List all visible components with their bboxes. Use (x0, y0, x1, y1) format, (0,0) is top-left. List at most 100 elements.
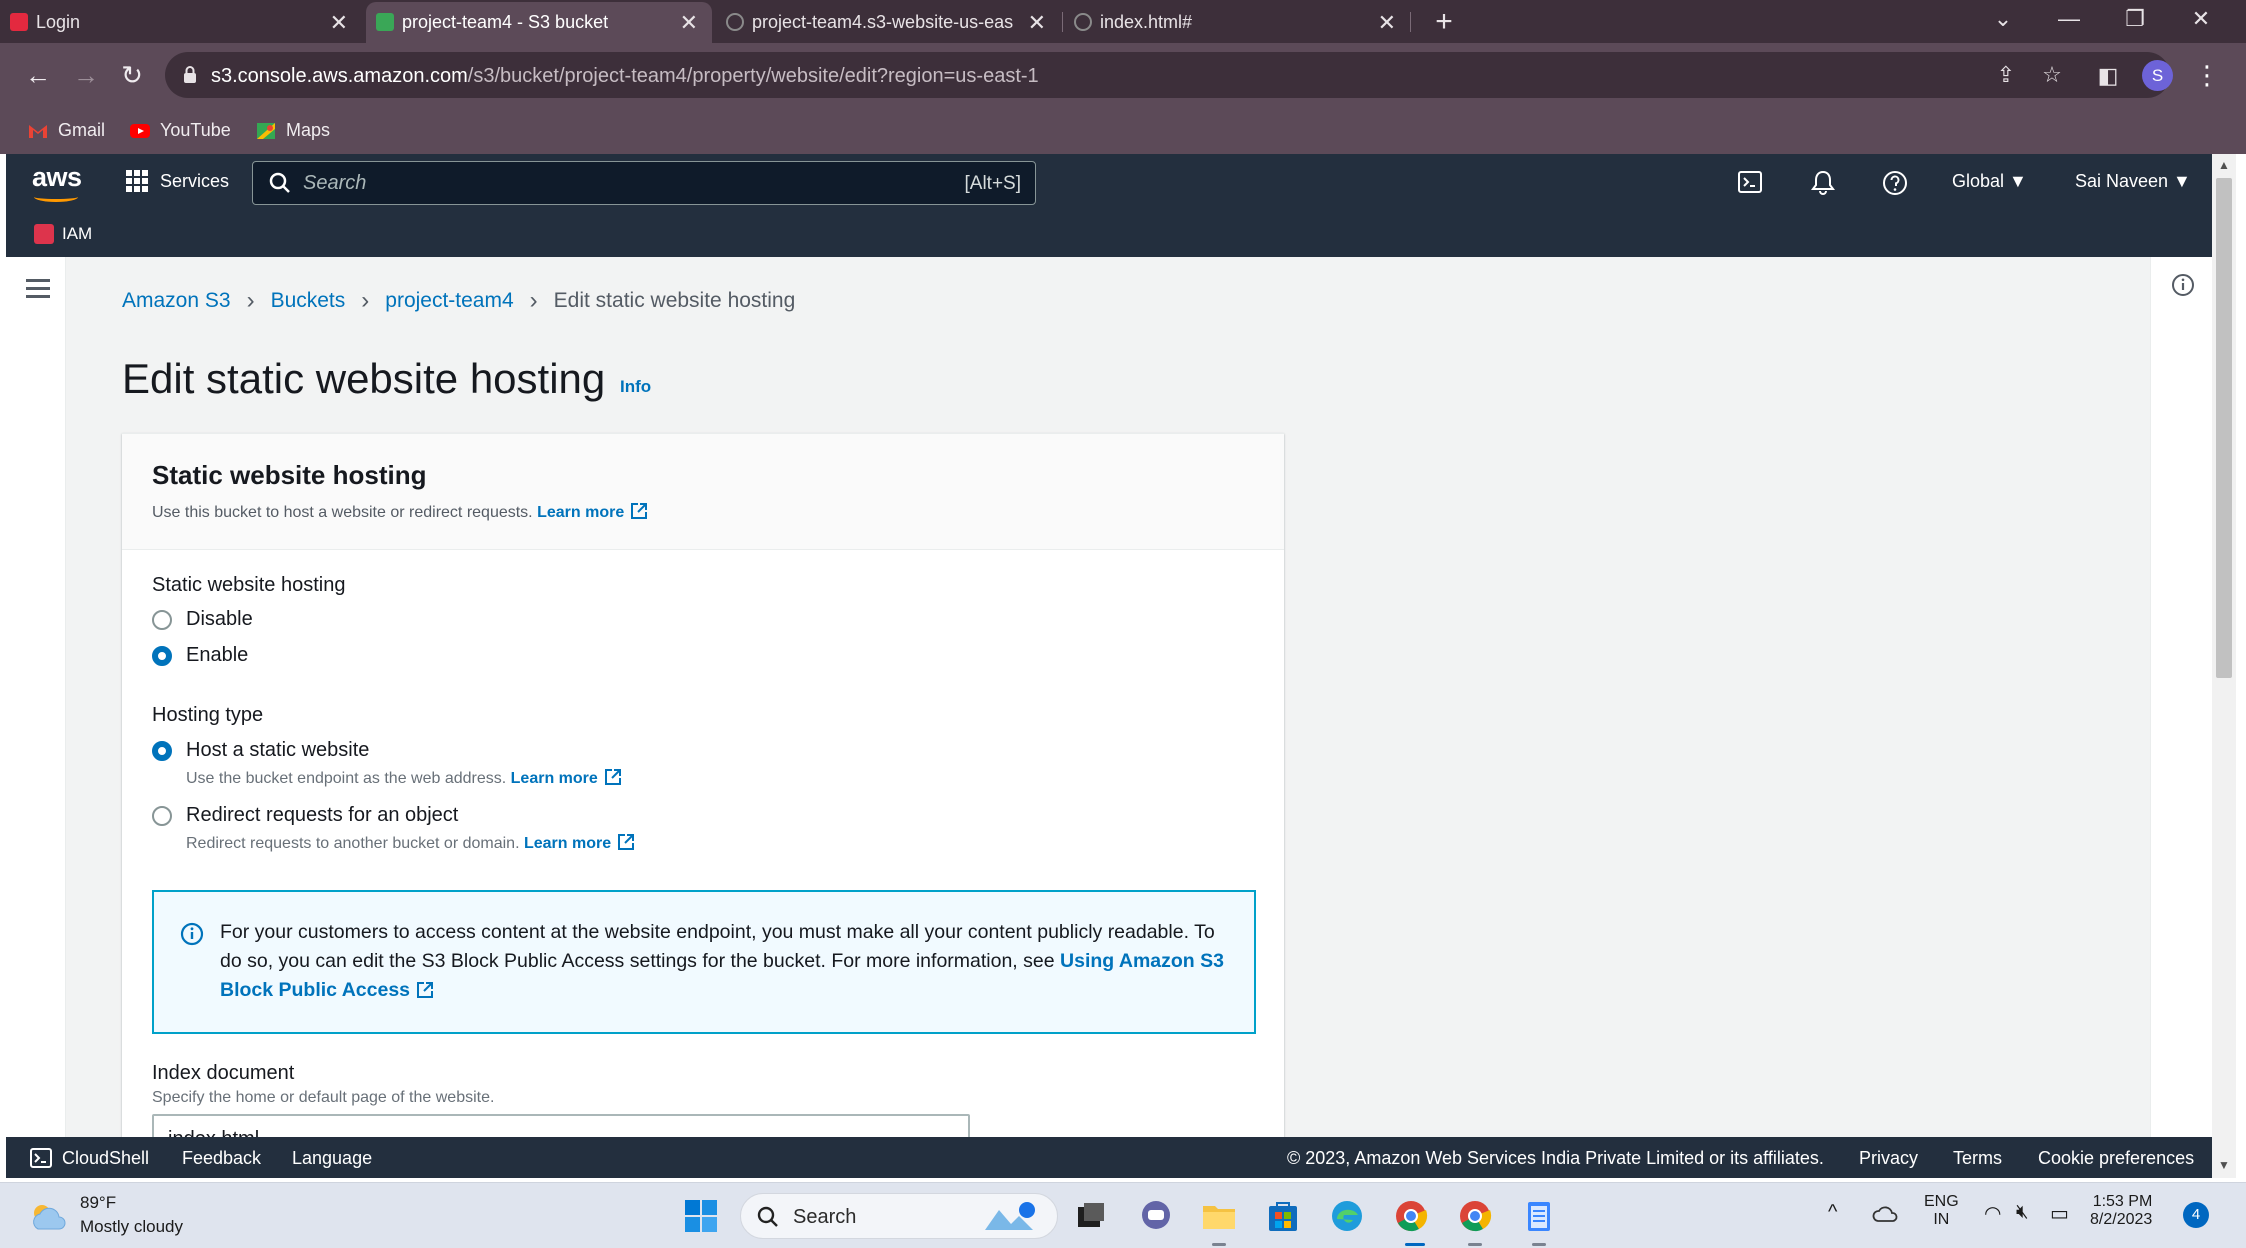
close-icon[interactable]: ✕ (1378, 10, 1396, 36)
breadcrumb-amazon-s3[interactable]: Amazon S3 (122, 289, 231, 313)
bell-icon[interactable] (1808, 168, 1838, 198)
close-icon[interactable]: ✕ (680, 10, 698, 36)
radio-label: Disable (186, 608, 253, 630)
radio-disable[interactable]: Disable (152, 608, 253, 631)
bookmark-gmail[interactable]: Gmail (28, 120, 105, 141)
menu-icon[interactable] (26, 279, 50, 299)
region-code: IN (1933, 1211, 1950, 1228)
url-host: s3.console.aws.amazon.com (211, 65, 468, 87)
external-link-icon (417, 982, 434, 998)
browser-menu-icon[interactable]: ⋮ (2194, 58, 2220, 92)
taskbar-search[interactable]: Search (740, 1193, 1058, 1239)
windows-start-icon[interactable] (682, 1197, 720, 1235)
radio-label: Enable (186, 644, 249, 666)
cookie-preferences-link[interactable]: Cookie preferences (2038, 1148, 2194, 1169)
cloudshell-button[interactable]: CloudShell (30, 1148, 149, 1169)
onedrive-icon[interactable] (1872, 1203, 1900, 1225)
breadcrumb-buckets[interactable]: Buckets (271, 289, 346, 313)
region-selector[interactable]: Global ▼ (1952, 171, 2027, 192)
back-button[interactable]: ← (20, 57, 56, 93)
show-hidden-icons[interactable]: ^ (1828, 1201, 1837, 1224)
forward-button[interactable]: → (68, 57, 104, 93)
terms-link[interactable]: Terms (1953, 1148, 2002, 1169)
breadcrumb: Amazon S3 › Buckets › project-team4 › Ed… (122, 287, 795, 315)
notification-badge[interactable]: 4 (2183, 1202, 2209, 1228)
scroll-thumb[interactable] (2216, 178, 2232, 678)
learn-more-label: Learn more (510, 770, 598, 787)
feedback-link[interactable]: Feedback (182, 1148, 261, 1169)
new-tab-button[interactable]: + (1426, 4, 1462, 40)
close-icon[interactable]: ✕ (1028, 10, 1046, 36)
restore-button[interactable]: ❐ (2102, 0, 2168, 38)
info-link[interactable]: Info (620, 377, 651, 397)
radio-enable[interactable]: Enable (152, 644, 248, 667)
scroll-up-icon[interactable]: ▲ (2216, 158, 2232, 172)
services-menu-button[interactable]: Services (126, 170, 229, 192)
tab-search-chevron-icon[interactable]: ⌄ (1970, 0, 2036, 38)
teams-chat-icon[interactable] (1137, 1197, 1175, 1235)
scroll-down-icon[interactable]: ▼ (2216, 1158, 2232, 1172)
breadcrumb-bucket[interactable]: project-team4 (385, 289, 513, 313)
radio-button[interactable] (152, 610, 172, 630)
help-icon[interactable] (1880, 168, 1910, 198)
chrome-browser-icon[interactable] (1392, 1197, 1430, 1235)
radio-button-selected[interactable] (152, 741, 172, 761)
info-icon[interactable] (2171, 273, 2195, 297)
alert-message: For your customers to access content at … (220, 918, 1230, 1005)
aws-logo[interactable]: aws (32, 162, 82, 202)
cloudshell-icon[interactable] (1736, 168, 1766, 198)
reload-button[interactable]: ↻ (114, 57, 150, 93)
hosting-field-label: Static website hosting (152, 574, 346, 596)
bookmark-maps[interactable]: Maps (256, 120, 330, 141)
tab-website[interactable]: project-team4.s3-website-us-eas ✕ (716, 2, 1060, 43)
search-placeholder: Search (303, 172, 367, 194)
index-document-label: Index document (152, 1062, 295, 1084)
grid-icon (126, 170, 148, 192)
task-view-icon[interactable] (1072, 1197, 1110, 1235)
page-scrollbar[interactable]: ▲ ▼ (2212, 154, 2236, 1178)
close-icon[interactable]: ✕ (330, 10, 348, 36)
description-text: Use this bucket to host a website or red… (152, 504, 533, 521)
share-icon[interactable]: ⇪ (1993, 62, 2019, 88)
wifi-icon[interactable]: ◠ (1984, 1201, 2001, 1226)
bookmark-youtube[interactable]: YouTube (130, 120, 231, 141)
learn-more-link[interactable]: Learn more (510, 769, 622, 787)
file-explorer-icon[interactable] (1200, 1197, 1238, 1235)
clock[interactable]: 1:53 PM 8/2/2023 (2090, 1193, 2152, 1229)
tab-title: project-team4 - S3 bucket (402, 12, 609, 32)
battery-icon[interactable]: ▭ (2050, 1201, 2069, 1226)
s3-favicon-icon (376, 13, 394, 31)
browser-toolbar: ← → ↻ s3.console.aws.amazon.com/s3/bucke… (0, 43, 2246, 108)
window-close-button[interactable]: ✕ (2168, 0, 2234, 38)
weather-temperature: 89°F (80, 1193, 117, 1212)
language-indicator[interactable]: ENG IN (1924, 1193, 1959, 1229)
tab-s3-bucket[interactable]: project-team4 - S3 bucket ✕ (366, 2, 712, 43)
profile-avatar[interactable]: S (2142, 60, 2173, 91)
aws-search-input[interactable]: Search [Alt+S] (252, 161, 1036, 205)
main-content: Amazon S3 › Buckets › project-team4 › Ed… (66, 257, 2150, 1137)
chrome-profile-icon[interactable] (1456, 1197, 1494, 1235)
side-panel-icon[interactable]: ◧ (2095, 63, 2121, 89)
learn-more-link[interactable]: Learn more (524, 834, 635, 852)
tab-index-html[interactable]: index.html# ✕ (1064, 2, 1410, 43)
minimize-button[interactable]: — (2036, 0, 2102, 38)
tab-login[interactable]: Login ✕ (0, 2, 362, 43)
privacy-link[interactable]: Privacy (1859, 1148, 1918, 1169)
learn-more-link[interactable]: Learn more (537, 503, 648, 521)
microsoft-store-icon[interactable] (1264, 1197, 1302, 1235)
index-document-input[interactable]: index.html (152, 1114, 970, 1137)
address-bar[interactable]: s3.console.aws.amazon.com/s3/bucket/proj… (165, 52, 2170, 98)
account-menu[interactable]: Sai Naveen ▼ (2075, 171, 2191, 192)
copyright-text: © 2023, Amazon Web Services India Privat… (1287, 1148, 1824, 1168)
favorite-iam[interactable]: IAM (34, 224, 92, 244)
radio-host-static-website[interactable]: Host a static website Use the bucket end… (152, 739, 622, 788)
language-link[interactable]: Language (292, 1148, 372, 1169)
gmail-icon (29, 124, 47, 138)
notepad-icon[interactable] (1520, 1197, 1558, 1235)
radio-redirect-requests[interactable]: Redirect requests for an object Redirect… (152, 804, 635, 853)
speaker-muted-icon[interactable]: 🔇︎ (2016, 1201, 2029, 1224)
bookmark-star-icon[interactable]: ☆ (2039, 62, 2065, 88)
edge-browser-icon[interactable] (1328, 1197, 1366, 1235)
radio-button-selected[interactable] (152, 646, 172, 666)
radio-button[interactable] (152, 806, 172, 826)
